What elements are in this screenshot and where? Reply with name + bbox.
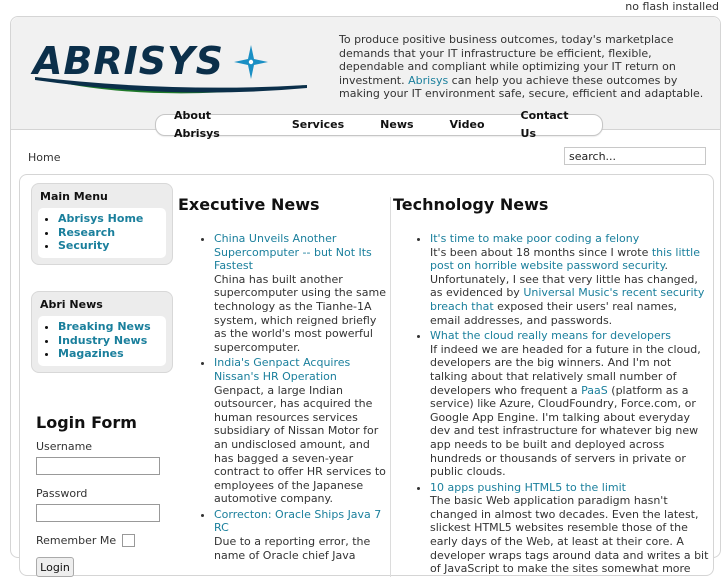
menu-breaking-news[interactable]: Breaking News xyxy=(58,320,151,333)
abri-news-title: Abri News xyxy=(40,298,103,311)
menu-research[interactable]: Research xyxy=(58,226,115,239)
menu-magazines[interactable]: Magazines xyxy=(58,347,124,360)
breadcrumb: Home xyxy=(28,151,61,164)
menu-abrisys-home[interactable]: Abrisys Home xyxy=(58,212,143,225)
list-item: China Unveils Another Supercomputer -- b… xyxy=(214,232,392,354)
login-title: Login Form xyxy=(36,413,137,432)
main-menu-title: Main Menu xyxy=(40,190,108,203)
list-item: It's time to make poor coding a felonyIt… xyxy=(430,232,710,327)
search-input[interactable] xyxy=(564,147,706,165)
executive-news-title: Executive News xyxy=(178,195,320,214)
paas-link[interactable]: PaaS xyxy=(581,384,608,397)
technology-news-title: Technology News xyxy=(393,195,549,214)
remember-me-label: Remember Me xyxy=(36,534,117,547)
nav-services[interactable]: Services xyxy=(274,116,362,134)
login-button[interactable]: Login xyxy=(36,557,74,577)
remember-me-row: Remember Me xyxy=(36,534,176,547)
exec-news-link-1[interactable]: China Unveils Another Supercomputer -- b… xyxy=(214,232,372,272)
list-item: 10 apps pushing HTML5 to the limitThe ba… xyxy=(430,481,710,576)
password-field[interactable] xyxy=(36,504,160,522)
tech-news-link-3[interactable]: 10 apps pushing HTML5 to the limit xyxy=(430,481,626,494)
executive-news-list: China Unveils Another Supercomputer -- b… xyxy=(196,232,392,564)
username-field[interactable] xyxy=(36,457,160,475)
tech-news-link-1[interactable]: It's time to make poor coding a felony xyxy=(430,232,639,245)
column-divider xyxy=(390,197,391,577)
list-item: Correcton: Oracle Ships Java 7 RCDue to … xyxy=(214,508,392,562)
abrisys-link[interactable]: Abrisys xyxy=(408,74,448,87)
main-menu: Main Menu Abrisys Home Research Security xyxy=(31,183,173,265)
logo-wordmark: ABRISYS xyxy=(30,39,224,83)
menu-industry-news[interactable]: Industry News xyxy=(58,334,147,347)
exec-news-link-2[interactable]: India's Genpact Acquires Nissan's HR Ope… xyxy=(214,356,350,383)
page-container: ABRISYS To produce positive business out… xyxy=(10,16,721,577)
password-label: Password xyxy=(36,487,88,500)
login-form: Login Form Username Password Remember Me… xyxy=(36,413,176,577)
technology-news-list: It's time to make poor coding a felonyIt… xyxy=(412,232,710,578)
content-area: Main Menu Abrisys Home Research Security… xyxy=(19,174,714,578)
nav-video[interactable]: Video xyxy=(432,116,503,134)
abri-news-menu: Abri News Breaking News Industry News Ma… xyxy=(31,291,173,373)
list-item: India's Genpact Acquires Nissan's HR Ope… xyxy=(214,356,392,506)
intro-text: To produce positive business outcomes, t… xyxy=(339,33,704,101)
main-nav: About Abrisys Services News Video Contac… xyxy=(155,109,603,140)
list-item: What the cloud really means for develope… xyxy=(430,329,710,479)
flash-notice: no flash installed xyxy=(625,0,719,13)
menu-security[interactable]: Security xyxy=(58,239,109,252)
nav-news[interactable]: News xyxy=(362,116,431,134)
exec-news-link-3[interactable]: Correcton: Oracle Ships Java 7 RC xyxy=(214,508,381,535)
nav-contact[interactable]: Contact Us xyxy=(503,107,602,143)
nav-about[interactable]: About Abrisys xyxy=(156,107,274,143)
tech-news-link-2[interactable]: What the cloud really means for develope… xyxy=(430,329,671,342)
remember-me-checkbox[interactable] xyxy=(122,534,136,547)
abrisys-logo[interactable]: ABRISYS xyxy=(25,31,310,99)
username-label: Username xyxy=(36,440,93,453)
